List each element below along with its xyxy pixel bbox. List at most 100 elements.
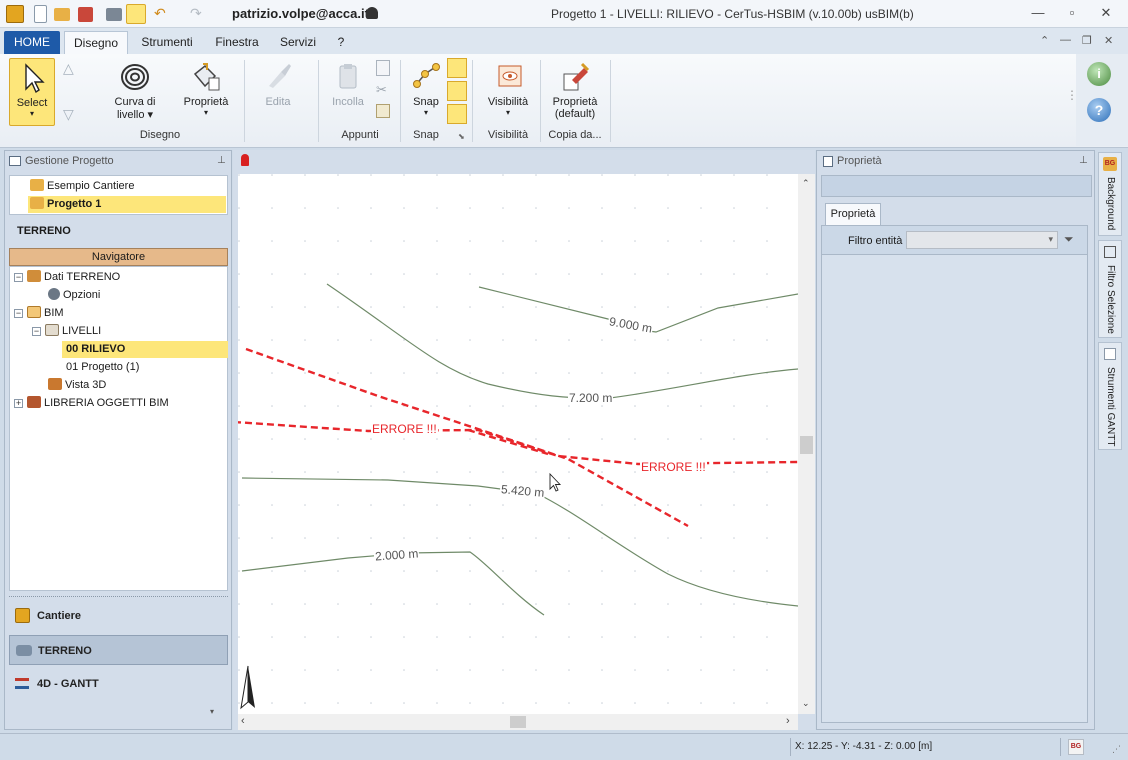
scroll-up-icon[interactable]: △ <box>63 60 74 77</box>
close-doc-icon[interactable]: ✕ <box>1104 34 1113 47</box>
panel-divider[interactable] <box>9 593 228 597</box>
snap-midpoint-toggle[interactable] <box>447 81 467 101</box>
visibilita-label: Visibilità <box>487 96 529 108</box>
select-button[interactable]: Select ▾ <box>9 58 55 126</box>
tree-item-dati-terreno[interactable]: − Dati TERRENO <box>14 269 120 286</box>
collapse-icon[interactable]: − <box>14 273 23 282</box>
snap-dialog-launcher-icon[interactable]: ⬊ <box>458 132 465 141</box>
scroll-down-icon[interactable]: ▽ <box>63 106 74 123</box>
collapse-icon[interactable]: − <box>32 327 41 336</box>
tree-item-00-rilievo[interactable]: 00 RILIEVO <box>62 341 228 358</box>
minimize-doc-icon[interactable]: — <box>1060 34 1071 46</box>
snap-grid-toggle[interactable] <box>447 104 467 124</box>
cut-icon[interactable]: ✂ <box>376 82 387 98</box>
scroll-left-arrow-icon[interactable]: ‹ <box>241 715 245 727</box>
filter-select[interactable]: ▾ <box>906 231 1058 249</box>
proprieta-arrow: ▾ <box>203 108 208 117</box>
tree-item-vista-3d[interactable]: Vista 3D <box>48 377 106 394</box>
tree-item-libreria[interactable]: + LIBRERIA OGGETTI BIM <box>14 395 169 412</box>
proprieta-label: Proprietà <box>183 96 229 108</box>
filter-funnel-icon[interactable]: ⏷ <box>1064 232 1080 246</box>
pin-icon[interactable]: ⊥ <box>217 151 226 171</box>
side-tab-background[interactable]: BG Background <box>1098 152 1122 236</box>
print-icon[interactable] <box>106 8 122 21</box>
navigator-tree: − Dati TERRENO Opzioni − BIM − LIVELLI 00 R… <box>9 266 228 591</box>
title-bar: ↶ ↷ patrizio.volpe@acca.it Progetto 1 - … <box>0 0 1128 28</box>
project-item-esempio[interactable]: Esempio Cantiere <box>30 178 226 195</box>
info-icon[interactable]: i <box>1087 62 1111 86</box>
app-logo-icon[interactable] <box>6 5 24 23</box>
expand-icon[interactable]: + <box>14 399 23 408</box>
nav-menu-arrow-icon[interactable]: ▾ <box>210 707 214 716</box>
vertical-scrollbar[interactable]: ⌃ ⌄ <box>798 174 815 714</box>
bg-status-icon[interactable]: BG <box>1068 739 1084 755</box>
help-icon[interactable]: ? <box>1087 98 1111 122</box>
group-copia-label: Copia da... <box>548 129 602 141</box>
project-item-progetto-1[interactable]: Progetto 1 <box>28 196 226 213</box>
navigator-header[interactable]: Navigatore <box>9 248 228 266</box>
tree-item-label: LIBRERIA OGGETTI BIM <box>44 397 169 409</box>
scroll-down-arrow-icon[interactable]: ⌄ <box>802 698 810 709</box>
resize-grip-icon[interactable]: ⋰ <box>1112 744 1121 755</box>
tab-strumenti[interactable]: Strumenti <box>136 31 198 54</box>
scroll-up-arrow-icon[interactable]: ⌃ <box>802 178 810 189</box>
redo-icon[interactable]: ↷ <box>190 5 206 23</box>
edita-button[interactable]: Edita <box>254 58 302 108</box>
close-icon[interactable]: ✕ <box>1094 4 1118 22</box>
collapse-ribbon-icon[interactable]: ⌃ <box>1040 34 1049 47</box>
tree-item-01-progetto[interactable]: 01 Progetto (1) <box>66 359 139 376</box>
proprieta-default-button[interactable]: Proprietà (default) <box>546 58 604 120</box>
side-tab-filtro-selezione[interactable]: Filtro Selezione <box>1098 240 1122 338</box>
tab-help[interactable]: ? <box>330 31 352 54</box>
drawing-canvas[interactable]: 9.000 m 7.200 m 5.420 m 2.000 m ERRORE !… <box>233 174 799 714</box>
proprieta-button[interactable]: Proprietà ▾ <box>176 58 236 117</box>
visibility-eye-icon <box>491 60 525 94</box>
pin-icon[interactable]: ⊥ <box>1079 151 1088 171</box>
new-file-icon[interactable] <box>34 5 47 23</box>
copy-icon[interactable] <box>376 60 390 76</box>
tab-disegno[interactable]: Disegno <box>64 31 128 54</box>
tree-item-livelli[interactable]: − LIVELLI <box>32 323 101 340</box>
curva-di-livello-button[interactable]: Curva di livello ▾ <box>104 58 166 121</box>
project-icon <box>30 197 44 209</box>
curva-label-2: livello ▾ <box>116 109 154 121</box>
snap-endpoint-toggle[interactable] <box>447 58 467 78</box>
user-icon[interactable] <box>366 7 378 19</box>
tree-item-opzioni[interactable]: Opzioni <box>48 287 100 304</box>
snap-arrow: ▾ <box>423 108 428 117</box>
horizontal-scrollbar[interactable]: ‹ › <box>238 714 798 730</box>
paste-special-icon[interactable] <box>376 104 390 118</box>
tab-home[interactable]: HOME <box>4 31 60 54</box>
horizontal-scroll-thumb[interactable] <box>510 716 526 728</box>
nav-button-gantt[interactable]: 4D - GANTT <box>9 669 228 699</box>
tab-finestra[interactable]: Finestra <box>210 31 264 54</box>
gantt-tools-icon <box>1104 348 1116 360</box>
tab-proprieta[interactable]: Proprietà <box>825 203 881 225</box>
bg-icon: BG <box>1103 157 1117 171</box>
minimize-icon[interactable]: — <box>1026 4 1050 22</box>
nav-button-terreno[interactable]: TERRENO <box>9 635 228 665</box>
project-panel-title: Gestione Progetto <box>25 155 114 167</box>
open-folder-icon[interactable] <box>54 8 70 21</box>
nav-button-cantiere[interactable]: Cantiere <box>9 601 228 631</box>
tree-item-bim[interactable]: − BIM <box>14 305 64 322</box>
scroll-right-arrow-icon[interactable]: › <box>786 715 790 727</box>
side-tab-strumenti-gantt[interactable]: Strumenti GANTT <box>1098 342 1122 450</box>
restore-doc-icon[interactable]: ❐ <box>1082 34 1092 47</box>
tree-item-label: 01 Progetto (1) <box>66 361 140 373</box>
pin-red-icon[interactable] <box>241 154 249 166</box>
visibilita-button[interactable]: Visibilità ▾ <box>480 58 536 117</box>
undo-icon[interactable]: ↶ <box>154 5 170 23</box>
tree-item-label: Opzioni <box>63 289 101 301</box>
nav-button-label: TERRENO <box>38 645 92 657</box>
status-separator <box>790 738 791 756</box>
snap-button[interactable]: Snap ▾ <box>406 58 446 117</box>
vertical-scroll-thumb[interactable] <box>800 436 813 454</box>
restore-icon[interactable]: ▫ <box>1060 4 1084 22</box>
incolla-button[interactable]: Incolla <box>324 58 372 108</box>
tab-servizi[interactable]: Servizi <box>276 31 320 54</box>
collapse-icon[interactable]: − <box>14 309 23 318</box>
save-icon[interactable] <box>78 7 93 22</box>
select-arrow-icon[interactable] <box>126 4 146 24</box>
properties-panel: Proprietà ⊥ Proprietà Filtro entità ▾ ⏷ <box>816 150 1095 730</box>
